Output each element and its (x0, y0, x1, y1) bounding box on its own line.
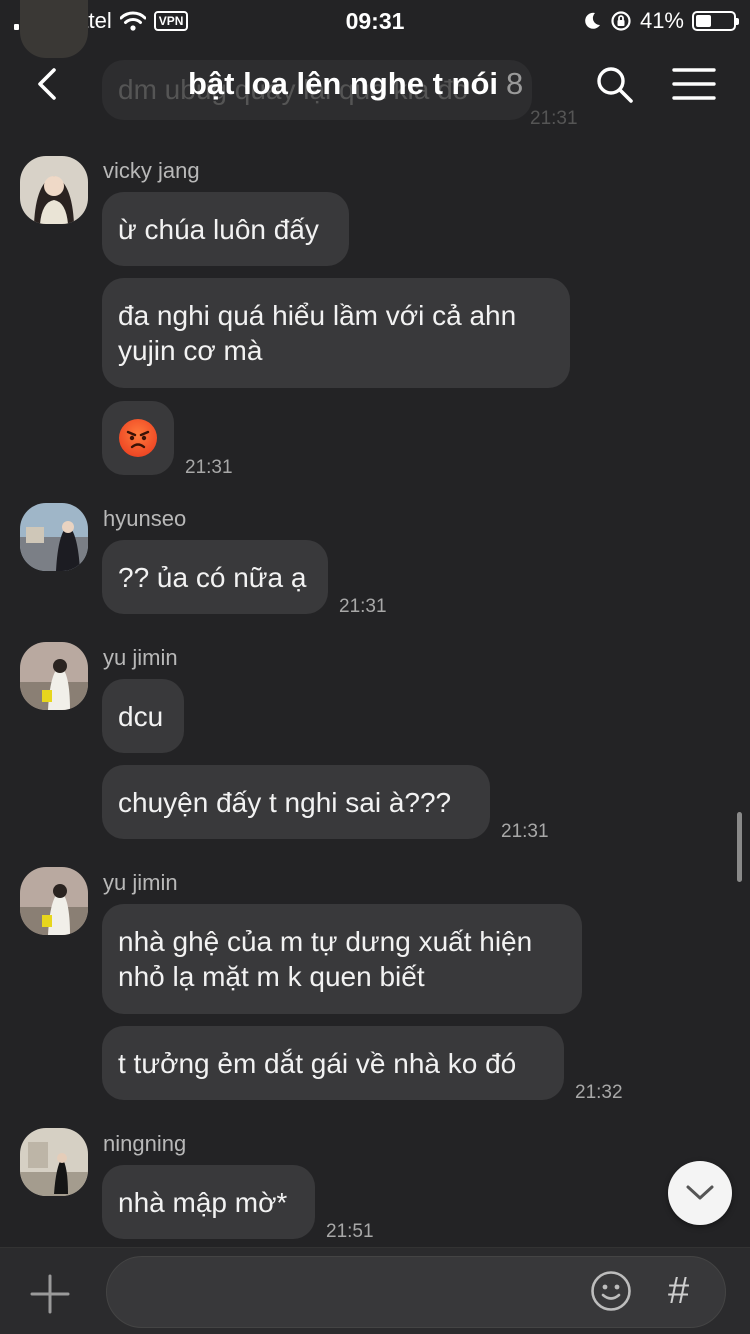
message-bubble[interactable]: chuyện đấy t nghi sai à??? (102, 765, 490, 839)
avatar[interactable] (20, 642, 88, 710)
message-bubble[interactable]: ?? ủa có nữa ạ (102, 540, 328, 614)
message-input[interactable] (106, 1256, 726, 1328)
message-text: nhà mập mờ* (118, 1186, 288, 1218)
message-text: dcu (118, 700, 164, 732)
message-text: nhà ghệ của m tự dưng xuất hiện nhỏ lạ m… (118, 926, 533, 992)
sender-name: yu jimin (103, 870, 178, 895)
member-count: 8 (506, 66, 524, 101)
message-bubble[interactable]: t tưởng ẻm dắt gái về nhà ko đó (102, 1026, 564, 1100)
chevron-left-icon[interactable] (30, 64, 70, 104)
message-time: 21:31 (501, 821, 549, 842)
message-text: ừ chúa luôn đấy (118, 213, 319, 245)
avatar[interactable] (20, 867, 88, 935)
scrollbar[interactable] (737, 812, 742, 882)
message-time: 21:32 (575, 1082, 623, 1103)
hashtag-button[interactable]: # (668, 1270, 689, 1312)
avatar[interactable] (20, 1128, 88, 1196)
message-bubble[interactable]: đa nghi quá hiểu lầm với cả ahn yujin cơ… (102, 278, 570, 388)
sender-name: vicky jang (103, 158, 200, 183)
sender-name: yu jimin (103, 645, 178, 670)
smiley-icon[interactable] (590, 1270, 632, 1312)
message-bubble[interactable]: nhà mập mờ* (102, 1165, 315, 1239)
message-bubble[interactable]: ừ chúa luôn đấy (102, 192, 349, 266)
message-bubble[interactable]: nhà ghệ của m tự dưng xuất hiện nhỏ lạ m… (102, 904, 582, 1014)
chat-title: bật loa lên nghe t nói 8 (188, 66, 523, 102)
chevron-down-icon (686, 1185, 714, 1200)
message-text: chuyện đấy t nghi sai à??? (118, 786, 452, 818)
plus-icon[interactable] (30, 1274, 70, 1314)
message-bubble[interactable] (102, 401, 174, 475)
angry-face-icon (119, 419, 157, 457)
message-composer: # (0, 1247, 750, 1334)
message-text: ?? ủa có nữa ạ (118, 561, 307, 593)
chat-header: bật loa lên nghe t nói 8 (0, 42, 750, 126)
message-time: 21:31 (185, 457, 233, 478)
sender-name: ningning (103, 1131, 187, 1156)
message-bubble[interactable]: dcu (102, 679, 184, 753)
message-text: đa nghi quá hiểu lầm với cả ahn yujin cơ… (118, 300, 517, 366)
chat-title-text: bật loa lên nghe t nói (188, 66, 498, 101)
message-time: 21:31 (339, 596, 387, 617)
avatar[interactable] (20, 503, 88, 571)
sender-name: hyunseo (103, 506, 187, 531)
message-time: 21:51 (326, 1221, 374, 1242)
message-text: t tưởng ẻm dắt gái về nhà ko đó (118, 1047, 517, 1079)
search-icon[interactable] (594, 64, 634, 104)
hamburger-menu-icon[interactable] (672, 66, 716, 102)
scroll-to-bottom-button[interactable] (668, 1161, 732, 1225)
avatar[interactable] (20, 156, 88, 224)
